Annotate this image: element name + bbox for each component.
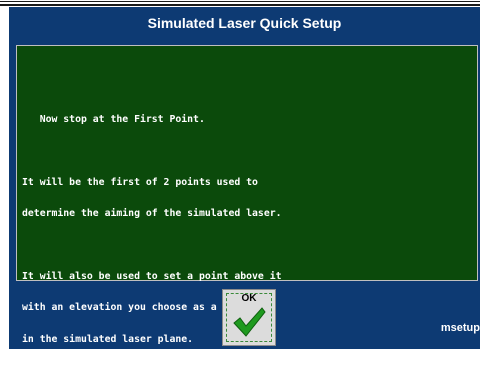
top-bar xyxy=(0,0,480,6)
ok-button-label: OK xyxy=(241,293,257,304)
ok-button[interactable]: OK xyxy=(222,289,276,346)
instruction-lead: Now stop at the First Point. xyxy=(22,114,205,125)
screen-id-label: msetup xyxy=(440,322,480,334)
instruction-line: determine the aiming of the simulated la… xyxy=(22,208,282,219)
instruction-line: It will be the first of 2 points used to xyxy=(22,176,258,188)
setup-dialog: Simulated Laser Quick Setup Now stop at … xyxy=(9,7,480,349)
checkmark-icon xyxy=(233,307,266,337)
instruction-line: It will also be used to set a point abov… xyxy=(22,270,282,282)
dialog-title: Simulated Laser Quick Setup xyxy=(147,15,342,31)
